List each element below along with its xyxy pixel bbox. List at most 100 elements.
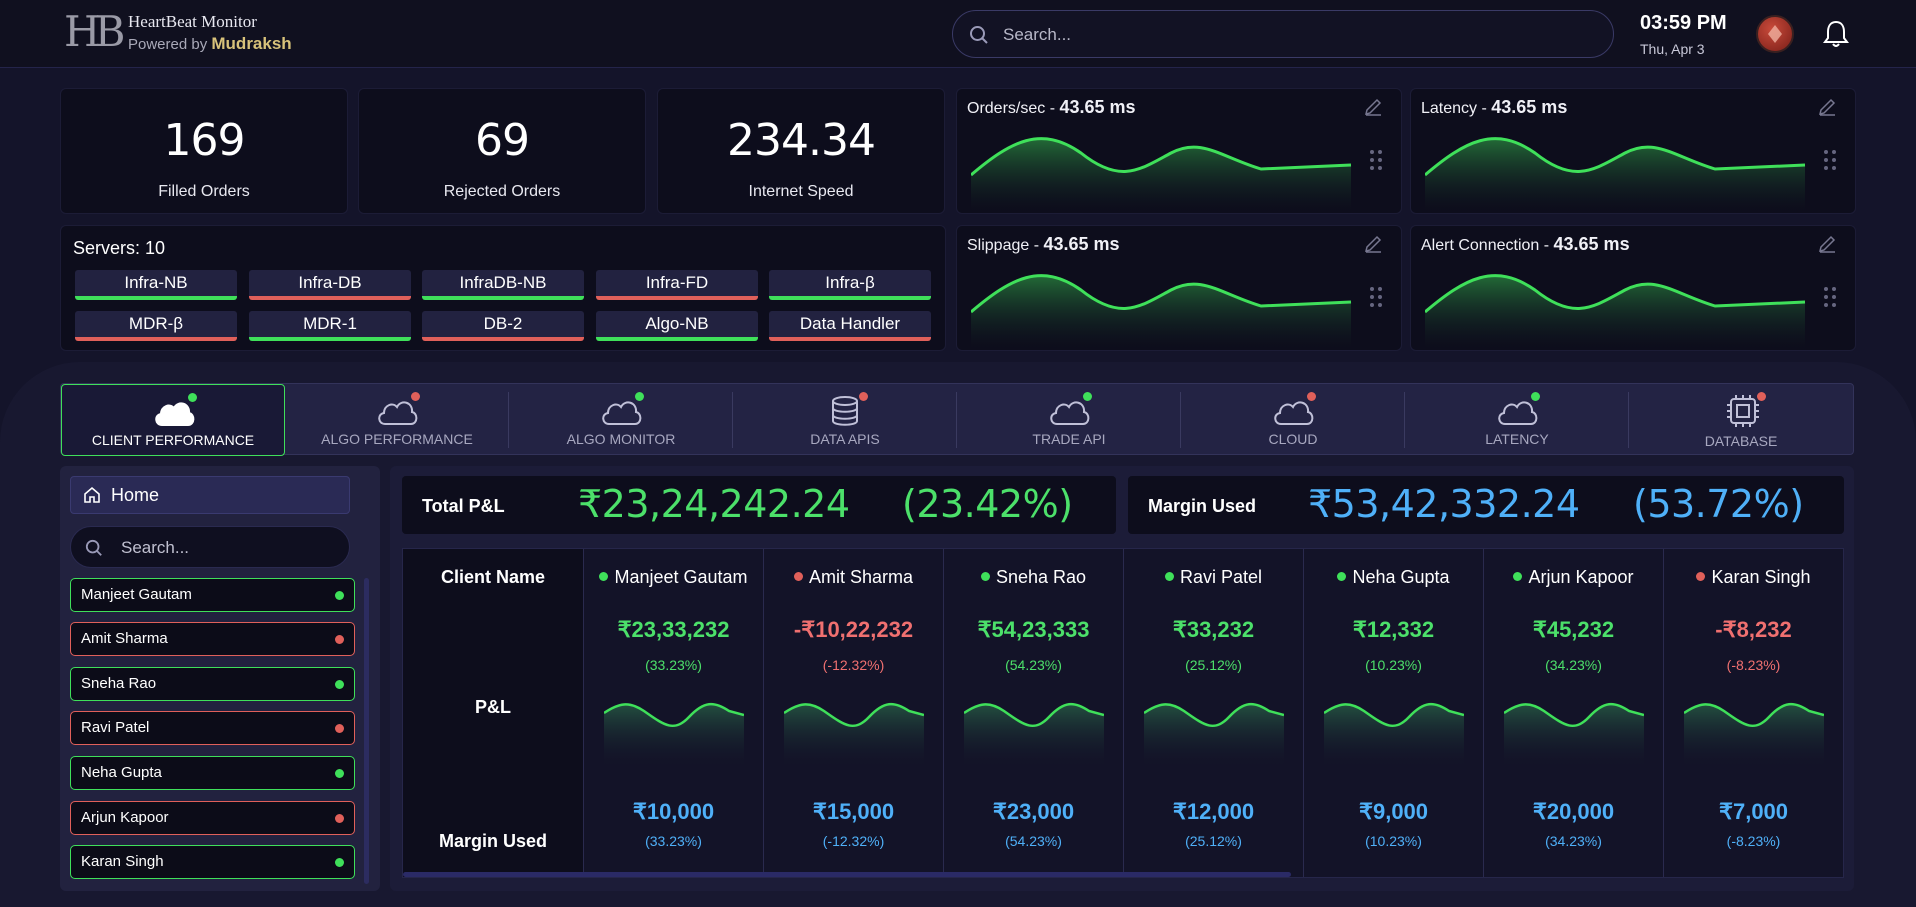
drag-handle-icon[interactable] (1369, 286, 1383, 308)
client-list-item[interactable]: Arjun Kapoor (70, 801, 355, 835)
tab-trade-api[interactable]: TRADE API (957, 384, 1181, 456)
server-chip[interactable]: Infra-NB (75, 270, 237, 300)
client-column-header: Ravi Patel (1124, 567, 1303, 588)
tab-algo-monitor[interactable]: ALGO MONITOR (509, 384, 733, 456)
client-search[interactable] (70, 526, 350, 568)
status-dot (335, 858, 344, 867)
client-name: Amit Sharma (81, 630, 168, 647)
edit-icon[interactable] (1817, 97, 1837, 117)
server-chip[interactable]: Infra-FD (596, 270, 758, 300)
client-list-item[interactable]: Sneha Rao (70, 667, 355, 701)
client-column-header: Arjun Kapoor (1484, 567, 1663, 588)
stat-filled-orders: 169 Filled Orders (60, 88, 348, 214)
client-column[interactable]: Arjun Kapoor ₹45,232 (34.23%) ₹20,000 (3… (1483, 549, 1663, 877)
server-chip[interactable]: Data Handler (769, 311, 931, 341)
client-margin-percent: (34.23%) (1545, 833, 1602, 849)
slippage-sparkline (971, 274, 1352, 348)
client-column[interactable]: Sneha Rao ₹54,23,333 (54.23%) ₹23,000 (5… (943, 549, 1123, 877)
brand: HeartBeat Monitor Powered by Mudraksh (128, 12, 292, 54)
client-pnl-sparkline (784, 703, 924, 769)
client-list-item[interactable]: Karan Singh (70, 845, 355, 879)
client-name: Manjeet Gautam (81, 586, 192, 603)
client-column[interactable]: Manjeet Gautam ₹23,33,232 (33.23%) ₹10,0… (583, 549, 763, 877)
metric-slippage: Slippage - 43.65 ms (956, 225, 1402, 351)
orders-sec-sparkline (971, 137, 1352, 211)
app-logo[interactable]: HB (64, 11, 126, 53)
client-pnl-sparkline (964, 703, 1104, 769)
server-chip[interactable]: Infra-DB (249, 270, 411, 300)
status-dot (335, 769, 344, 778)
drag-handle-icon[interactable] (1823, 149, 1837, 171)
metric-name: Alert Connection (1421, 237, 1540, 254)
metric-latency: Latency - 43.65 ms (1410, 88, 1856, 214)
client-margin-percent: (-12.32%) (822, 833, 885, 849)
global-search-input[interactable] (1003, 23, 1583, 47)
status-dot (335, 680, 344, 689)
client-search-input[interactable] (121, 537, 331, 559)
edit-icon[interactable] (1363, 234, 1383, 254)
server-chip[interactable]: MDR-1 (249, 311, 411, 341)
server-chip[interactable]: Infra-β (769, 270, 931, 300)
status-dot (335, 591, 344, 600)
server-chip[interactable]: MDR-β (75, 311, 237, 341)
server-chip[interactable]: InfraDB-NB (422, 270, 584, 300)
client-list-item[interactable]: Neha Gupta (70, 756, 355, 790)
client-margin-percent: (10.23%) (1365, 833, 1422, 849)
margin-used-percent: (53.72%) (1633, 482, 1804, 526)
status-dot (1513, 572, 1523, 581)
client-column[interactable]: Amit Sharma -₹10,22,232 (-12.32%) ₹15,00… (763, 549, 943, 877)
tab-label: ALGO MONITOR (566, 431, 676, 447)
client-name: Karan Singh (81, 853, 164, 870)
client-pnl-percent: (54.23%) (1005, 657, 1062, 673)
table-horizontal-scrollbar[interactable] (403, 872, 1291, 877)
sidebar-scrollbar[interactable] (364, 578, 369, 884)
global-search[interactable] (952, 10, 1614, 58)
tab-database[interactable]: DATABASE (1629, 384, 1853, 456)
tab-algo-performance[interactable]: ALGO PERFORMANCE (285, 384, 509, 456)
client-list-item[interactable]: Ravi Patel (70, 711, 355, 745)
tab-client-performance[interactable]: CLIENT PERFORMANCE (61, 384, 285, 456)
tab-label: TRADE API (1032, 431, 1106, 447)
edit-icon[interactable] (1363, 97, 1383, 117)
client-column[interactable]: Neha Gupta ₹12,332 (10.23%) ₹9,000 (10.2… (1303, 549, 1483, 877)
metric-name: Slippage (967, 237, 1030, 254)
client-pnl-percent: (34.23%) (1545, 657, 1602, 673)
tab-cloud[interactable]: CLOUD (1181, 384, 1405, 456)
total-pnl-value: ₹23,24,242.24 (578, 482, 850, 526)
tab-label: ALGO PERFORMANCE (321, 431, 473, 447)
metric-separator: - (1029, 237, 1044, 254)
tab-data-apis[interactable]: DATA APIS (733, 384, 957, 456)
drag-handle-icon[interactable] (1369, 149, 1383, 171)
stat-rejected-orders: 69 Rejected Orders (358, 88, 646, 214)
client-margin: ₹20,000 (1532, 799, 1615, 824)
client-pnl-percent: (-12.32%) (822, 657, 885, 673)
home-button[interactable]: Home (70, 476, 350, 514)
metric-alert-connection: Alert Connection - 43.65 ms (1410, 225, 1856, 351)
servers-panel: Servers: 10 Infra-NB Infra-DB InfraDB-NB… (60, 225, 946, 351)
client-margin: ₹15,000 (812, 799, 895, 824)
clock: 03:59 PM Thu, Apr 3 (1640, 12, 1727, 57)
client-pnl-sparkline (1324, 703, 1464, 769)
drag-handle-icon[interactable] (1823, 286, 1837, 308)
metric-separator: - (1477, 100, 1492, 117)
avatar[interactable] (1756, 15, 1794, 53)
client-column[interactable]: Karan Singh -₹8,232 (-8.23%) ₹7,000 (-8.… (1663, 549, 1843, 877)
metric-orders-sec: Orders/sec - 43.65 ms (956, 88, 1402, 214)
tab-latency[interactable]: LATENCY (1405, 384, 1629, 456)
client-list-item[interactable]: Manjeet Gautam (70, 578, 355, 612)
server-chip[interactable]: Algo-NB (596, 311, 758, 341)
status-dot (188, 393, 197, 402)
clock-date: Thu, Apr 3 (1640, 41, 1705, 57)
tab-label: DATABASE (1704, 433, 1778, 449)
stat-value: 69 (475, 115, 530, 166)
stat-label: Filled Orders (158, 183, 250, 200)
client-pnl: -₹10,22,232 (793, 617, 914, 642)
home-label: Home (111, 485, 160, 505)
client-column[interactable]: Ravi Patel ₹33,232 (25.12%) ₹12,000 (25.… (1123, 549, 1303, 877)
clock-time: 03:59 PM (1640, 12, 1727, 34)
server-chip[interactable]: DB-2 (422, 311, 584, 341)
client-margin-percent: (25.12%) (1185, 833, 1242, 849)
edit-icon[interactable] (1817, 234, 1837, 254)
bell-icon[interactable] (1820, 18, 1852, 50)
client-list-item[interactable]: Amit Sharma (70, 622, 355, 656)
